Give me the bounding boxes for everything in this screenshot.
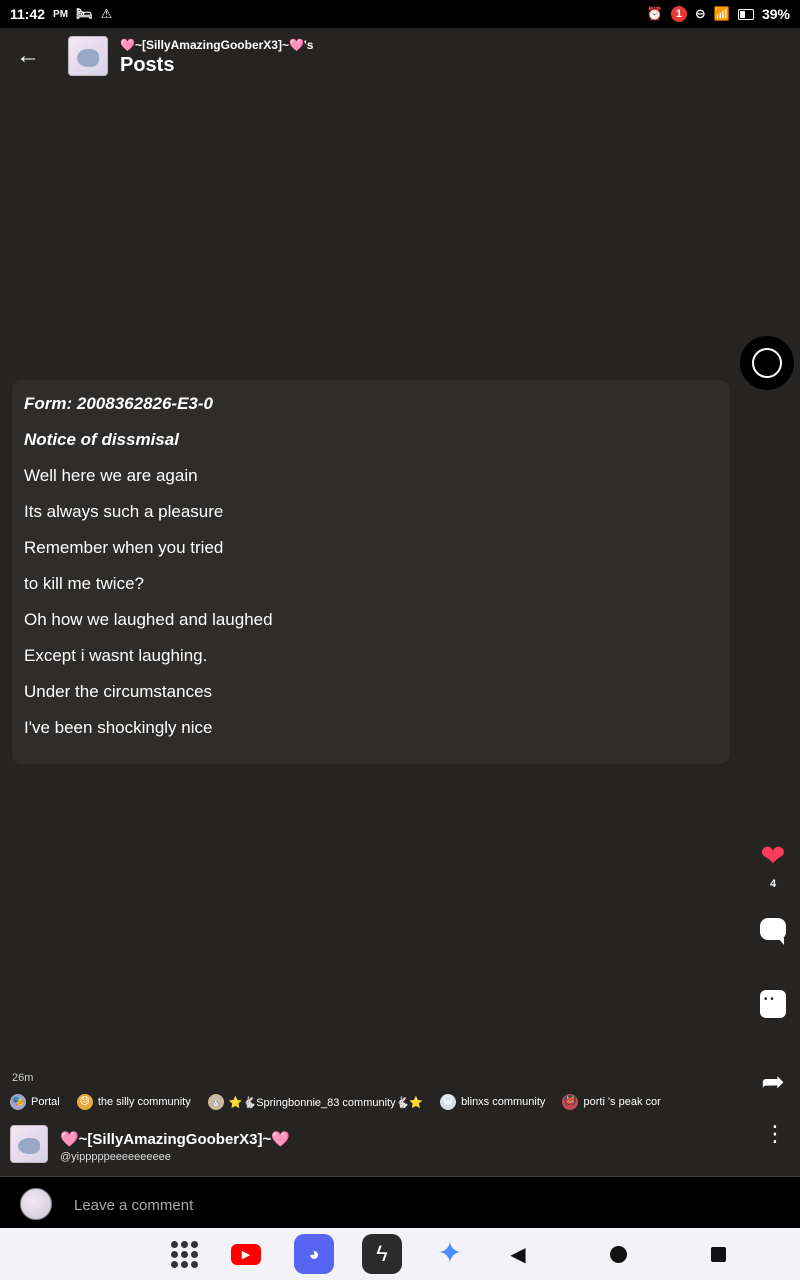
nav-recents-button[interactable] (698, 1234, 738, 1274)
community-list: 🎭 Portal 😓 the silly community 🐰 ⭐🐇Sprin… (10, 1094, 735, 1116)
community-tag[interactable]: 🐰 ⭐🐇Springbonnie_83 community🐇⭐ (207, 1094, 423, 1110)
share-icon[interactable]: ➦ (761, 1066, 784, 1097)
community-icon: 🐰 (207, 1094, 224, 1110)
nav-back-button[interactable]: ◀ (498, 1234, 538, 1274)
app-drawer-button[interactable] (164, 1234, 204, 1274)
more-options-button[interactable]: ⋮ (764, 1123, 786, 1145)
wifi-icon: 📶 (713, 6, 730, 21)
author-handle: @yipppppeeeeeeeeee (60, 1151, 171, 1163)
post-line: Notice of dissmisal (24, 430, 179, 449)
recents-square-icon (710, 1246, 726, 1262)
my-avatar (20, 1188, 52, 1220)
notification-count-badge: 1 (670, 6, 687, 22)
like-action[interactable]: ❤ 4 (748, 842, 798, 891)
post-line: Except i wasnt laughing. (24, 646, 208, 665)
community-label: Portal (31, 1096, 60, 1108)
post-line: Well here we are again (24, 466, 198, 485)
post-line: Form: 2008362826-E3-0 (24, 394, 214, 413)
post-line: Under the circumstances (24, 682, 213, 701)
circle-icon (752, 348, 782, 378)
community-label: ⭐🐇Springbonnie_83 community🐇⭐ (228, 1096, 423, 1109)
gemini-sparkle-icon: ✦ (437, 1237, 463, 1270)
amino-app-button[interactable]: ϟ (362, 1234, 402, 1274)
dnd-icon: ⊖ (694, 6, 706, 21)
community-label: blinxs community (461, 1096, 546, 1108)
floating-record-button[interactable] (740, 336, 794, 390)
navigation-bar: ▶ ◕ ϟ ✦ ◀ (0, 1228, 800, 1280)
page-title: Posts (120, 54, 175, 76)
status-bar-right: ⏰ 1 ⊖ 📶 39% (647, 6, 790, 22)
community-icon: 😺 (440, 1094, 457, 1110)
home-circle-icon (609, 1245, 627, 1263)
gemini-app-button[interactable]: ✦ (430, 1234, 470, 1274)
post-line: Oh how we laughed and laughed (24, 610, 273, 629)
community-tag[interactable]: 👹 porti 's peak cor (562, 1094, 661, 1110)
discord-icon: ◕ (294, 1234, 334, 1274)
community-icon: 😓 (76, 1094, 93, 1110)
arrow-left-icon: ← (16, 42, 40, 69)
back-button[interactable]: ← (14, 42, 42, 70)
header-avatar[interactable] (68, 36, 108, 76)
status-ampm: PM (53, 8, 69, 20)
sticker-icon[interactable] (760, 990, 786, 1018)
battery-percent: 39% (761, 6, 790, 22)
post-time: 26m (12, 1072, 34, 1084)
status-bar: 11:42 PM 🛏 ⚠ ⏰ 1 ⊖ 📶 39% (0, 0, 800, 28)
apps-grid-icon (170, 1240, 198, 1268)
header-username: 🩷~[SillyAmazingGooberX3]~🩷's (120, 38, 314, 52)
author-name[interactable]: 🩷~[SillyAmazingGooberX3]~🩷 (60, 1130, 290, 1148)
more-vertical-icon: ⋮ (764, 1121, 786, 1146)
alarm-icon: ⏰ (646, 6, 663, 21)
triangle-back-icon: ◀ (510, 1243, 526, 1266)
community-tag[interactable]: 😺 blinxs community (440, 1094, 545, 1110)
battery-icon (737, 8, 754, 20)
post-line: Its always such a pleasure (24, 502, 224, 521)
community-label: the silly community (97, 1096, 191, 1108)
nav-home-button[interactable] (598, 1234, 638, 1274)
discord-app-button[interactable]: ◕ (294, 1234, 334, 1274)
author-avatar[interactable] (10, 1125, 48, 1163)
sticker-action[interactable] (748, 990, 798, 1023)
warning-icon: ⚠ (100, 6, 113, 21)
youtube-app-button[interactable]: ▶ (226, 1234, 266, 1274)
like-count: 4 (769, 878, 777, 890)
post-card: Form: 2008362826-E3-0 Notice of dissmisa… (12, 380, 730, 764)
post-line: to kill me twice? (24, 574, 144, 593)
community-tag[interactable]: 🎭 Portal (10, 1094, 60, 1110)
amino-icon: ϟ (362, 1234, 402, 1274)
heart-icon[interactable]: ❤ (748, 842, 798, 872)
status-bar-left: 11:42 PM 🛏 ⚠ (10, 6, 112, 22)
comment-icon[interactable] (760, 918, 786, 945)
share-action[interactable]: ➦ (748, 1068, 798, 1096)
community-icon: 👹 (562, 1094, 579, 1110)
comment-bar (0, 1176, 800, 1229)
bed-icon: 🛏 (76, 6, 93, 21)
community-tag[interactable]: 😓 the silly community (76, 1094, 191, 1110)
header: ← 🩷~[SillyAmazingGooberX3]~🩷's Posts (0, 28, 800, 92)
community-label: porti 's peak cor (583, 1096, 661, 1108)
comment-action[interactable] (748, 918, 798, 945)
status-time: 11:42 (10, 6, 46, 22)
post-line: Remember when you tried (24, 538, 224, 557)
post-line: I've been shockingly nice (24, 718, 213, 737)
youtube-icon: ▶ (231, 1243, 261, 1265)
comment-input[interactable] (72, 1191, 676, 1219)
community-icon: 🎭 (10, 1094, 26, 1110)
